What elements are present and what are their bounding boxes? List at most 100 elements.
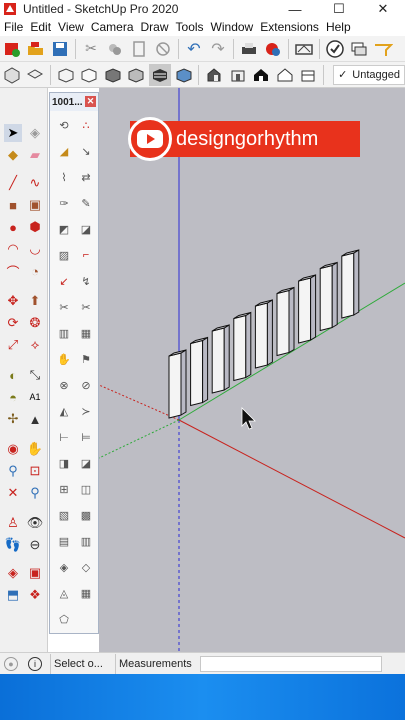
extension-icon[interactable] xyxy=(372,38,394,60)
menu-draw[interactable]: Draw xyxy=(141,20,169,34)
make-component-icon[interactable]: ◈ xyxy=(26,124,44,142)
sandbox-icon[interactable]: ◈ xyxy=(4,564,22,582)
pan-icon[interactable]: ✋ xyxy=(26,440,44,458)
line-tool-icon[interactable]: ╱ xyxy=(4,174,22,192)
plugin-tool-icon[interactable]: ↯ xyxy=(78,273,94,289)
select-tool-icon[interactable]: ➤ xyxy=(4,124,22,142)
plugin-tool-icon[interactable]: ⌐ xyxy=(78,247,94,263)
polygon-icon[interactable]: ⬢ xyxy=(26,218,44,236)
plugin-tool-icon[interactable]: ⌇ xyxy=(56,169,72,185)
xray-icon[interactable] xyxy=(55,64,77,86)
maximize-button[interactable]: ☐ xyxy=(317,0,361,18)
zoom-window-icon[interactable]: ⊡ xyxy=(26,462,44,480)
menu-view[interactable]: View xyxy=(58,20,84,34)
plugin-tool-icon[interactable]: ✎ xyxy=(78,195,94,211)
tray-close-button[interactable]: ✕ xyxy=(85,96,96,107)
iso-house-icon[interactable] xyxy=(203,64,225,86)
plugin-tool-icon[interactable]: ⊢ xyxy=(56,429,72,445)
plugin-tool-icon[interactable]: ✂ xyxy=(78,299,94,315)
plugin-tool-icon[interactable]: ⊘ xyxy=(78,377,94,393)
block-front-face[interactable] xyxy=(276,289,290,357)
rectangle-icon[interactable]: ■ xyxy=(4,196,22,214)
plugin-tool-icon[interactable]: ◩ xyxy=(56,221,72,237)
shaded-icon[interactable] xyxy=(126,64,148,86)
plugin-tool-icon[interactable]: ▨ xyxy=(56,247,72,263)
plugin-tool-icon[interactable]: ◪ xyxy=(78,455,94,471)
block-side-face[interactable] xyxy=(266,299,273,366)
3d-text-icon[interactable]: ▲ xyxy=(26,410,44,428)
previous-view-icon[interactable]: ⚲ xyxy=(26,484,44,502)
push-pull-icon[interactable]: ⬆ xyxy=(26,292,44,310)
plugin-tool-icon[interactable]: ◢ xyxy=(56,143,72,159)
tag-dropdown[interactable]: ✓ Untagged xyxy=(333,64,405,85)
erase-icon[interactable] xyxy=(152,38,174,60)
freehand-icon[interactable]: ∿ xyxy=(26,174,44,192)
plugin-tool-icon[interactable]: ✋ xyxy=(56,351,72,367)
block-front-face[interactable] xyxy=(298,277,312,344)
cut-icon[interactable]: ✂ xyxy=(80,38,102,60)
plugin-tool-icon[interactable]: ≻ xyxy=(78,403,94,419)
menu-extensions[interactable]: Extensions xyxy=(260,20,319,34)
rotated-rectangle-icon[interactable]: ▣ xyxy=(26,196,44,214)
save-icon[interactable] xyxy=(49,38,71,60)
plugin-tool-icon[interactable]: ∴ xyxy=(78,117,94,133)
warehouse-share-icon[interactable]: ▣ xyxy=(26,564,44,582)
plugin-tool-icon[interactable]: ⊨ xyxy=(78,429,94,445)
open-folder-icon[interactable] xyxy=(25,38,47,60)
section-plane-icon[interactable]: ⊖ xyxy=(26,536,44,554)
iso-view-icon[interactable] xyxy=(1,64,23,86)
zoom-icon[interactable]: ⚲ xyxy=(4,462,22,480)
plugin-tool-icon[interactable]: ▥ xyxy=(56,325,72,341)
right-view-icon[interactable] xyxy=(250,64,272,86)
block-front-face[interactable] xyxy=(190,339,204,407)
layers-icon[interactable] xyxy=(348,38,370,60)
walk-icon[interactable]: 👣 xyxy=(4,536,22,554)
plugin-tool-icon[interactable]: ✂ xyxy=(56,299,72,315)
menu-file[interactable]: File xyxy=(4,20,23,34)
arc-icon[interactable]: ◠ xyxy=(4,240,22,258)
plugin-tool-icon[interactable]: ◪ xyxy=(78,221,94,237)
position-camera-icon[interactable]: ♙ xyxy=(4,514,22,532)
plugin-tool-icon[interactable]: ↘ xyxy=(78,143,94,159)
block-front-face[interactable] xyxy=(233,314,247,382)
redo-icon[interactable]: ↷ xyxy=(207,38,229,60)
follow-me-icon[interactable]: ❂ xyxy=(26,314,44,332)
plugin-tool-icon[interactable]: ▩ xyxy=(78,507,94,523)
minimize-button[interactable]: — xyxy=(273,0,317,18)
eraser-icon[interactable]: ▰ xyxy=(26,146,44,164)
block-side-face[interactable] xyxy=(223,324,230,391)
pie-icon[interactable]: ◔ xyxy=(26,262,44,280)
paint-bucket-icon[interactable]: ◆ xyxy=(4,146,22,164)
geo-location-icon[interactable]: ● xyxy=(4,656,18,671)
close-button[interactable]: ✕ xyxy=(361,0,405,18)
plugin-tool-icon[interactable]: ↙ xyxy=(56,273,72,289)
print-icon[interactable] xyxy=(238,38,260,60)
info-icon[interactable]: i xyxy=(28,656,42,671)
dimension-icon[interactable]: ⤡ xyxy=(26,366,44,384)
menu-tools[interactable]: Tools xyxy=(176,20,204,34)
two-point-arc-icon[interactable]: ◡ xyxy=(26,240,44,258)
block-front-face[interactable] xyxy=(341,252,355,319)
plugin-tool-icon[interactable]: ▦ xyxy=(78,325,94,341)
plugin-tool-icon[interactable]: ◈ xyxy=(56,559,72,575)
left-view-icon[interactable] xyxy=(298,64,320,86)
protractor-icon[interactable]: ◓ xyxy=(4,388,22,406)
plugin-tool-icon[interactable]: ⇄ xyxy=(78,169,94,185)
plugin-tool-icon[interactable]: ▧ xyxy=(56,507,72,523)
extension-warehouse-icon[interactable]: ❖ xyxy=(26,586,44,604)
block-front-face[interactable] xyxy=(168,352,182,419)
zoom-extents-icon[interactable]: ✕ xyxy=(4,484,22,502)
validate-icon[interactable] xyxy=(324,38,346,60)
block-side-face[interactable] xyxy=(331,261,338,329)
copy-icon[interactable] xyxy=(104,38,126,60)
block-side-face[interactable] xyxy=(288,286,295,354)
menu-camera[interactable]: Camera xyxy=(91,20,134,34)
undo-icon[interactable]: ↶ xyxy=(183,38,205,60)
block-front-face[interactable] xyxy=(319,264,333,332)
top-view-icon[interactable] xyxy=(25,64,47,86)
tape-measure-icon[interactable]: ◐ xyxy=(4,366,22,384)
plugin-tool-icon[interactable]: ⊗ xyxy=(56,377,72,393)
plugin-tool-icon[interactable]: ◭ xyxy=(56,403,72,419)
back-view-icon[interactable] xyxy=(274,64,296,86)
front-view-icon[interactable] xyxy=(227,64,249,86)
